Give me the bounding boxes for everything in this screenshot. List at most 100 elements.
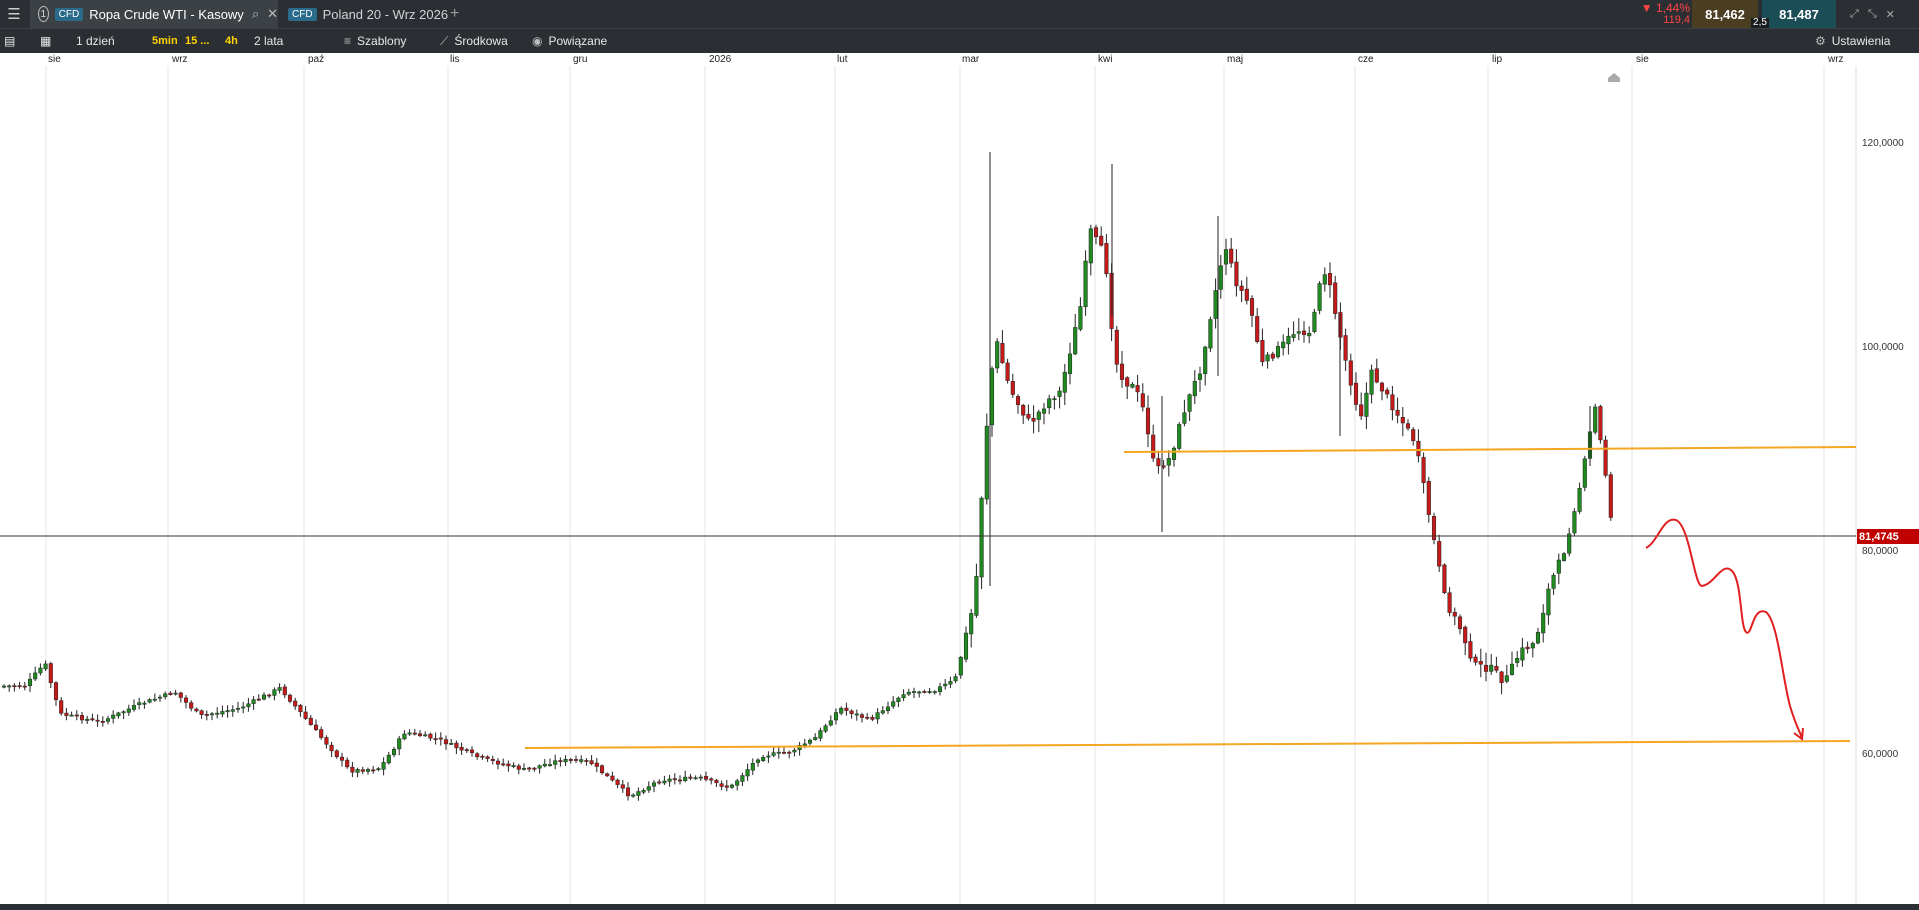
candle-body (1301, 330, 1307, 336)
candle-body (1114, 329, 1119, 365)
candle-body (828, 720, 833, 726)
candle-body (849, 710, 854, 714)
hamburger-menu-icon[interactable]: ☰ (0, 0, 28, 28)
expand-icon[interactable]: ⤢ (1850, 8, 1859, 21)
candle-body (1317, 283, 1322, 311)
candle-body (204, 714, 209, 716)
add-tab-icon[interactable]: + (450, 0, 459, 28)
candle-body (553, 760, 558, 765)
month-label: paź (308, 54, 325, 65)
quick-period-5min[interactable]: 5min (152, 29, 178, 53)
templates-button[interactable]: ≡ Szablony (344, 29, 406, 53)
candle-body (1577, 488, 1582, 512)
candle-body (750, 763, 755, 771)
related-button[interactable]: ◉ Powiązane (532, 29, 607, 53)
candle-body (703, 776, 709, 780)
candle-body (339, 756, 345, 761)
settings-button[interactable]: ⚙ Ustawienia (1815, 29, 1890, 53)
candle-body (53, 682, 59, 701)
search-icon[interactable]: ⌕ (252, 6, 259, 22)
candle-body (469, 749, 475, 754)
candle-body (1192, 381, 1197, 397)
candle-body (1015, 396, 1021, 406)
candle-body (1047, 398, 1052, 409)
candle-body (906, 691, 911, 695)
candle-body (183, 697, 189, 703)
quick-period-4h[interactable]: 4h (225, 29, 238, 53)
shrink-icon[interactable]: ⤡ (1868, 8, 1877, 21)
grid-layout-icon[interactable]: ▦ (40, 29, 51, 53)
candle-body (365, 769, 371, 772)
candle-body (1333, 282, 1338, 314)
candle-body (1213, 290, 1218, 319)
candle-body (1057, 390, 1062, 397)
candle-body (896, 697, 901, 702)
candle-body (688, 776, 693, 779)
candle-body (438, 737, 443, 740)
candle-body (740, 775, 745, 782)
tab-ropa-crude-wti[interactable]: 1 CFD Ropa Crude WTI - Kasowy ⌕ ✕ (30, 0, 278, 28)
candle-body (776, 751, 781, 754)
candle-body (948, 681, 953, 685)
indicator-button[interactable]: ⟋ Środkowa (440, 29, 508, 53)
candle-body (1556, 559, 1561, 574)
candle-body (781, 751, 787, 754)
period-button[interactable]: 1 dzień (76, 29, 115, 53)
candle-body (1457, 616, 1463, 630)
candle-body (625, 787, 631, 797)
candle-body (1582, 458, 1587, 488)
candle-body (1125, 377, 1130, 387)
candle-body (1442, 564, 1447, 593)
candle-body (771, 752, 776, 756)
candle-body (1535, 631, 1541, 644)
price-chart[interactable]: 120,0000 100,0000 80,0000 60,0000 81,474… (0, 66, 1919, 904)
month-label: maj (1227, 54, 1244, 65)
candle-body (277, 687, 282, 691)
candle-body (605, 773, 610, 777)
candle-body (1223, 249, 1229, 265)
candle-body (1187, 394, 1192, 412)
candle-body (475, 753, 480, 758)
candle-body (157, 696, 163, 699)
candle-body (651, 782, 657, 787)
candle-body (1197, 373, 1203, 380)
buy-button[interactable]: 81,487 (1762, 0, 1836, 28)
candle-body (984, 425, 989, 500)
candle-body (355, 769, 360, 773)
candle-body (7, 685, 12, 688)
candle-body (1520, 647, 1525, 661)
candle-body (287, 694, 293, 702)
candle-body (745, 769, 750, 777)
sell-button[interactable]: 81,462 (1692, 0, 1758, 28)
candle-body (235, 707, 241, 710)
candle-body (672, 778, 677, 781)
candle-body (267, 694, 272, 697)
candle-body (584, 760, 589, 762)
candle-body (1411, 429, 1416, 442)
candle-body (485, 756, 490, 759)
candle-body (657, 781, 662, 784)
candle-body (1234, 261, 1239, 287)
candle-body (360, 769, 365, 772)
candle-body (969, 613, 974, 635)
candle-body (79, 715, 85, 721)
candle-body (1468, 641, 1473, 659)
candle-body (724, 785, 729, 788)
home-icon[interactable] (1608, 73, 1620, 82)
close-icon[interactable]: ✕ (267, 6, 278, 22)
tab-poland-20[interactable]: CFD Poland 20 - Wrz 2026 (280, 0, 448, 28)
close-window-icon[interactable]: ✕ (1886, 8, 1895, 21)
candle-body (230, 709, 235, 712)
current-price-label: 81,4745 (1859, 531, 1899, 543)
candle-body (1145, 407, 1151, 435)
candle-body (1099, 235, 1104, 246)
candle-body (220, 711, 225, 715)
quick-period-15[interactable]: 15 ... (185, 29, 209, 53)
candle-body (979, 497, 984, 578)
range-button[interactable]: 2 lata (254, 29, 283, 53)
layout-icon[interactable]: ▤ (4, 29, 15, 53)
candle-body (1062, 371, 1067, 393)
candle-body (1379, 382, 1385, 392)
candle-body (1546, 588, 1551, 616)
candle-body (1593, 406, 1598, 433)
